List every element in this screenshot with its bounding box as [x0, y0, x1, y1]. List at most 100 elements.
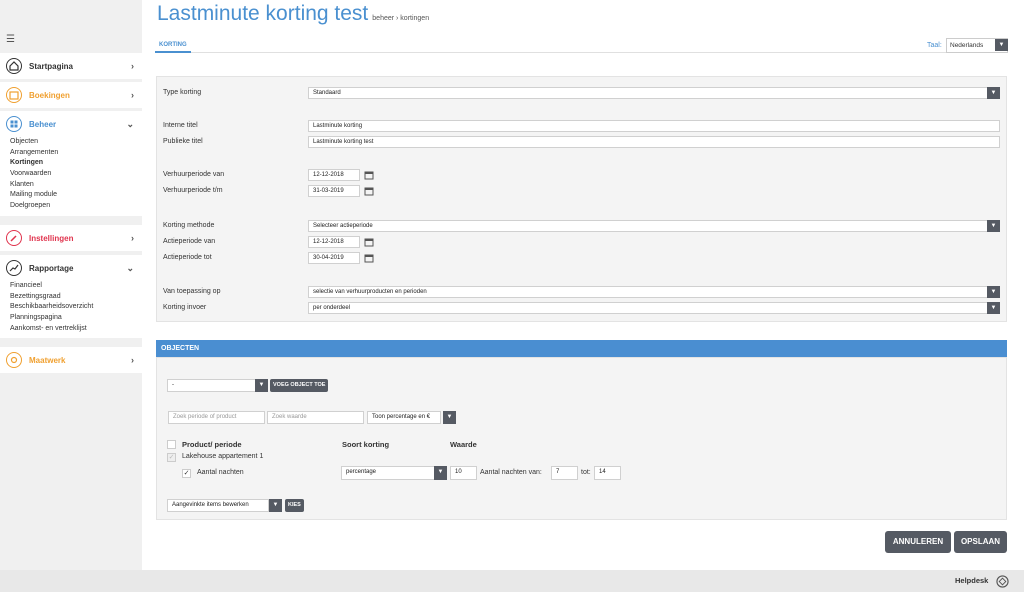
actieperiode-tot-label: Actieperiode tot — [163, 254, 212, 261]
object-select[interactable]: - — [167, 379, 256, 392]
sidebar-subitem-klanten[interactable]: Klanten — [0, 180, 142, 191]
tab-korting[interactable]: KORTING — [155, 40, 191, 53]
kies-button[interactable]: KIES — [285, 499, 304, 512]
chevron-right-icon: › — [131, 233, 134, 243]
calendar-icon[interactable] — [364, 170, 374, 180]
col-soort-header: Soort korting — [342, 440, 390, 449]
home-icon — [6, 58, 22, 74]
actieperiode-van-input[interactable]: 12-12-2018 — [308, 236, 360, 248]
type-korting-dropdown-button[interactable]: ▼ — [987, 87, 1000, 99]
sidebar-subitem-kortingen[interactable]: Kortingen — [0, 158, 142, 169]
sidebar: ☰ Startpagina › Boekingen › Beheer ⌄ Obj… — [0, 0, 142, 592]
verhuurperiode-van-input[interactable]: 12-12-2018 — [308, 169, 360, 181]
search-period-input[interactable]: Zoek periode of product — [168, 411, 265, 424]
actieperiode-tot-input[interactable]: 30-04-2019 — [308, 252, 360, 264]
sidebar-toggle-icon[interactable]: ☰ — [6, 34, 15, 45]
sidebar-subitem-arrangementen[interactable]: Arrangementen — [0, 148, 142, 159]
sidebar-subitem-doelgroepen[interactable]: Doelgroepen — [0, 201, 142, 212]
sidebar-item-label: Boekingen — [29, 90, 70, 100]
waarde-input[interactable]: 10 — [450, 466, 477, 480]
chevron-right-icon: › — [131, 61, 134, 71]
sidebar-subitem-objecten[interactable]: Objecten — [0, 137, 142, 148]
sidebar-subitem-planningspagina[interactable]: Planningspagina — [0, 313, 142, 324]
language-dropdown-button[interactable]: ▼ — [995, 39, 1008, 51]
calendar-icon[interactable] — [364, 237, 374, 247]
language-label: Taal: — [927, 42, 942, 49]
footer-bar — [0, 570, 1024, 592]
sidebar-item-label: Startpagina — [29, 61, 74, 71]
sidebar-subitem-voorwaarden[interactable]: Voorwaarden — [0, 169, 142, 180]
grid-icon — [6, 116, 22, 132]
actieperiode-van-label: Actieperiode van — [163, 238, 216, 245]
sidebar-item-label: Rapportage — [29, 263, 74, 273]
sidebar-subitem-beschikbaarheidsoverzicht[interactable]: Beschikbaarheidsoverzicht — [0, 302, 142, 313]
page-title: Lastminute korting test — [157, 2, 369, 25]
verhuurperiode-van-label: Verhuurperiode van — [163, 171, 225, 178]
sidebar-item-beheer[interactable]: Beheer ⌄ Objecten Arrangementen Kortinge… — [0, 111, 142, 216]
tab-bar-divider — [155, 52, 1007, 53]
korting-methode-dropdown-button[interactable]: ▼ — [987, 220, 1000, 232]
breadcrumb[interactable]: beheer › kortingen — [372, 15, 429, 22]
chevron-right-icon: › — [131, 355, 134, 365]
chart-icon — [6, 260, 22, 276]
sidebar-item-maatwerk[interactable]: Maatwerk › — [0, 347, 142, 373]
korting-methode-label: Korting methode — [163, 222, 215, 229]
select-all-checkbox[interactable] — [167, 440, 176, 449]
interne-titel-label: Interne titel — [163, 122, 198, 129]
tot-label: tot: — [581, 469, 591, 476]
publieke-titel-label: Publieke titel — [163, 138, 203, 145]
calendar-icon[interactable] — [364, 186, 374, 196]
search-value-input[interactable]: Zoek waarde — [267, 411, 364, 424]
korting-invoer-dropdown-button[interactable]: ▼ — [987, 302, 1000, 314]
nachten-van-label: Aantal nachten van: — [480, 469, 542, 476]
chevron-down-icon: ⌄ — [126, 119, 134, 129]
sidebar-subitem-mailing-module[interactable]: Mailing module — [0, 190, 142, 201]
cancel-button[interactable]: ANNULEREN — [885, 531, 951, 553]
sidebar-item-rapportage[interactable]: Rapportage ⌄ Financieel Bezettingsgraad … — [0, 255, 142, 338]
sidebar-subitem-bezettingsgraad[interactable]: Bezettingsgraad — [0, 292, 142, 303]
soort-korting-select[interactable]: percentage — [341, 466, 435, 480]
sidebar-item-startpagina[interactable]: Startpagina › — [0, 53, 142, 79]
publieke-titel-input[interactable]: Lastminute korting test — [308, 136, 1000, 148]
col-waarde-header: Waarde — [450, 440, 477, 449]
save-button[interactable]: OPSLAAN — [954, 531, 1007, 553]
type-korting-label: Type korting — [163, 89, 202, 96]
objecten-header: OBJECTEN — [156, 340, 1007, 357]
show-mode-select[interactable]: Toon percentage en € — [367, 411, 441, 424]
calendar-icon[interactable] — [364, 253, 374, 263]
tot-input[interactable]: 14 — [594, 466, 621, 480]
voeg-object-toe-button[interactable]: VOEG OBJECT TOE — [270, 379, 329, 392]
sidebar-subitem-aankomst-vertreklijst[interactable]: Aankomst- en vertreklijst — [0, 324, 142, 335]
soort-korting-dropdown-button[interactable]: ▼ — [434, 466, 447, 480]
period-checkbox[interactable]: ✓ — [182, 469, 191, 478]
period-label: Aantal nachten — [197, 469, 244, 476]
korting-invoer-select[interactable]: per onderdeel — [308, 302, 995, 314]
show-mode-dropdown-button[interactable]: ▼ — [443, 411, 456, 424]
type-korting-select[interactable]: Standaard — [308, 87, 995, 99]
col-product-header: Product/ periode — [182, 440, 242, 449]
van-toepassing-op-label: Van toepassing op — [163, 288, 221, 295]
sidebar-item-label: Instellingen — [29, 233, 74, 243]
nachten-van-input[interactable]: 7 — [551, 466, 578, 480]
wrench-icon — [6, 230, 22, 246]
interne-titel-input[interactable]: Lastminute korting — [308, 120, 1000, 132]
sidebar-item-boekingen[interactable]: Boekingen › — [0, 82, 142, 108]
helpdesk-link[interactable]: Helpdesk — [955, 576, 988, 585]
sidebar-subitem-financieel[interactable]: Financieel — [0, 281, 142, 292]
bulk-edit-dropdown-button[interactable]: ▼ — [269, 499, 282, 512]
korting-methode-select[interactable]: Selecteer actieperiode — [308, 220, 995, 232]
calendar-icon — [6, 87, 22, 103]
chevron-down-icon: ⌄ — [126, 263, 134, 273]
object-dropdown-button[interactable]: ▼ — [255, 379, 268, 392]
chevron-right-icon: › — [131, 90, 134, 100]
product-name: Lakehouse appartement 1 — [182, 453, 264, 460]
helpdesk-icon[interactable] — [996, 575, 1009, 588]
product-checkbox[interactable]: ✓ — [167, 453, 176, 462]
verhuurperiode-tm-input[interactable]: 31-03-2019 — [308, 185, 360, 197]
bulk-edit-select[interactable]: Aangevinkte items bewerken — [167, 499, 269, 512]
sidebar-item-instellingen[interactable]: Instellingen › — [0, 225, 142, 251]
puzzle-icon — [6, 352, 22, 368]
van-toepassing-op-select[interactable]: selectie van verhuurproducten en periode… — [308, 286, 995, 298]
van-toepassing-op-dropdown-button[interactable]: ▼ — [987, 286, 1000, 298]
korting-invoer-label: Korting invoer — [163, 304, 207, 311]
